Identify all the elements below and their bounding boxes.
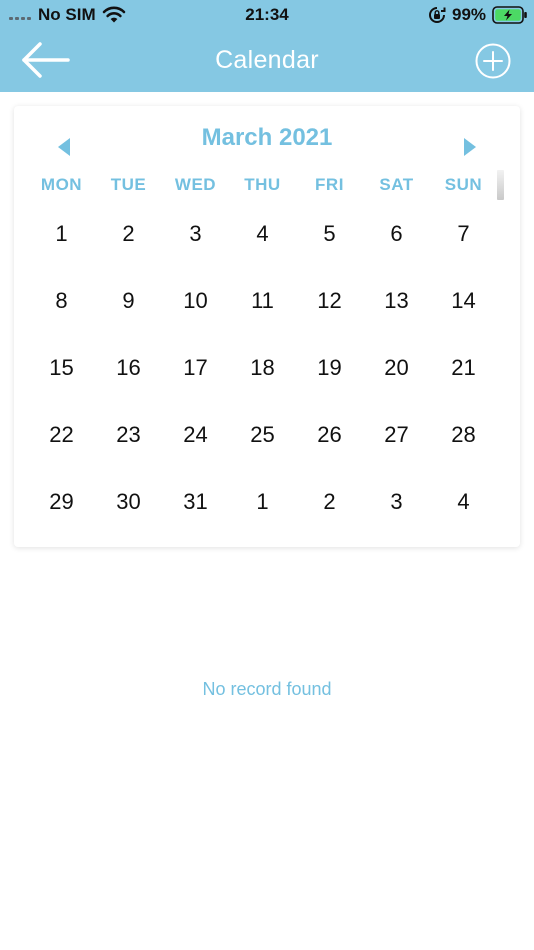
day-cell[interactable]: 3 [363, 468, 430, 535]
day-cell[interactable]: 2 [95, 200, 162, 267]
day-cell[interactable]: 2 [296, 468, 363, 535]
day-cell[interactable]: 5 [296, 200, 363, 267]
day-cell[interactable]: 14 [430, 267, 497, 334]
month-title: March 2021 [201, 124, 333, 151]
battery-percent: 99% [452, 5, 487, 24]
day-cell[interactable]: 25 [229, 401, 296, 468]
day-cell[interactable]: 11 [229, 267, 296, 334]
day-cell[interactable]: 1 [229, 468, 296, 535]
scroll-indicator [497, 170, 504, 200]
weekday-label: WED [174, 175, 217, 194]
day-cell[interactable]: 19 [296, 334, 363, 401]
day-cell[interactable]: 4 [229, 200, 296, 267]
day-cell[interactable]: 17 [162, 334, 229, 401]
battery-charging-icon [492, 6, 527, 24]
day-cell[interactable]: 9 [95, 267, 162, 334]
empty-state-message: No record found [202, 679, 332, 699]
day-cell[interactable]: 24 [162, 401, 229, 468]
day-cell[interactable]: 20 [363, 334, 430, 401]
days-grid: 1 2 3 4 5 6 7 8 9 10 11 12 13 14 15 16 1… [28, 200, 497, 535]
weekday-label: THU [244, 175, 281, 194]
day-cell[interactable]: 27 [363, 401, 430, 468]
day-cell[interactable]: 28 [430, 401, 497, 468]
day-cell[interactable]: 31 [162, 468, 229, 535]
add-button[interactable] [474, 42, 512, 80]
day-cell[interactable]: 7 [430, 200, 497, 267]
weekday-label: FRI [315, 175, 344, 194]
day-cell[interactable]: 16 [95, 334, 162, 401]
day-cell[interactable]: 8 [28, 267, 95, 334]
day-cell[interactable]: 22 [28, 401, 95, 468]
weekday-label: SUN [444, 175, 483, 194]
day-cell[interactable]: 15 [28, 334, 95, 401]
status-bar: No SIM 21:34 99% [0, 0, 534, 30]
weekday-label: TUE [110, 175, 147, 194]
day-cell[interactable]: 23 [95, 401, 162, 468]
day-cell[interactable]: 30 [95, 468, 162, 535]
header-bar: No SIM 21:34 99% Calendar [0, 0, 534, 92]
calendar-card: March 2021 MON TUE WED THU FRI SAT SUN 1… [14, 106, 520, 547]
day-cell[interactable]: 1 [28, 200, 95, 267]
day-cell[interactable]: 10 [162, 267, 229, 334]
weekday-header: MON TUE WED THU FRI SAT SUN [28, 175, 497, 195]
day-cell[interactable]: 21 [430, 334, 497, 401]
orientation-lock-icon [429, 7, 446, 23]
next-month-button[interactable] [462, 137, 478, 157]
day-cell[interactable]: 6 [363, 200, 430, 267]
page-title: Calendar [215, 46, 319, 74]
day-cell[interactable]: 4 [430, 468, 497, 535]
weekday-label: MON [40, 175, 83, 194]
day-cell[interactable]: 26 [296, 401, 363, 468]
day-cell[interactable]: 29 [28, 468, 95, 535]
day-cell[interactable]: 3 [162, 200, 229, 267]
day-cell[interactable]: 18 [229, 334, 296, 401]
weekday-label: SAT [379, 175, 414, 194]
day-cell[interactable]: 12 [296, 267, 363, 334]
day-cell[interactable]: 13 [363, 267, 430, 334]
